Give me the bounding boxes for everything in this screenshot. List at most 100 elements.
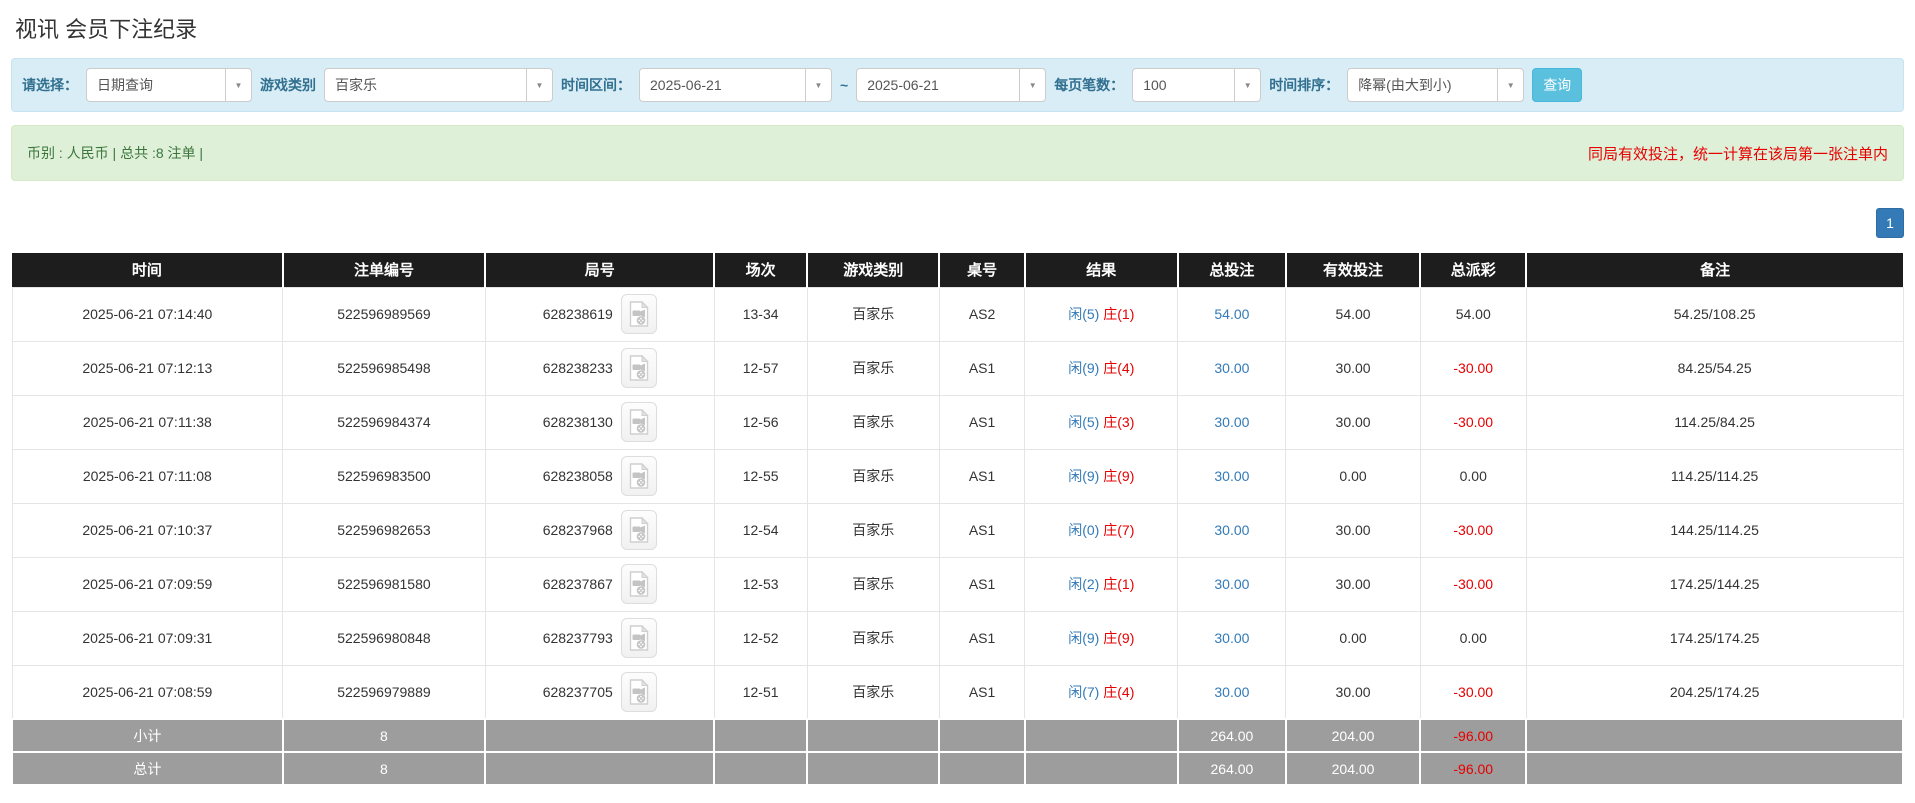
game-type-label: 游戏类别 bbox=[260, 75, 316, 95]
cell-round-id: 628238058 bbox=[485, 449, 714, 503]
cell-session: 13-34 bbox=[714, 287, 807, 341]
result-banker: 庄(1) bbox=[1103, 576, 1134, 592]
cell-payout: -30.00 bbox=[1420, 557, 1526, 611]
game-type-dropdown[interactable]: 百家乐 ▼ bbox=[324, 68, 553, 102]
cell-session: 12-52 bbox=[714, 611, 807, 665]
sort-order-value: 降幂(由大到小) bbox=[1348, 75, 1459, 95]
video-record-icon[interactable] bbox=[621, 456, 657, 496]
date-to-value: 2025-06-21 bbox=[857, 77, 947, 93]
date-from-dropdown[interactable]: 2025-06-21 ▼ bbox=[639, 68, 832, 102]
cell-round-id: 628238233 bbox=[485, 341, 714, 395]
column-header: 桌号 bbox=[939, 253, 1024, 287]
cell-table-id: AS1 bbox=[939, 341, 1024, 395]
date-to-dropdown[interactable]: 2025-06-21 ▼ bbox=[856, 68, 1046, 102]
subtotal-cell: 204.00 bbox=[1286, 719, 1420, 752]
currency-total-text: 币别 : 人民币 | 总共 :8 注单 | bbox=[27, 143, 203, 163]
video-record-icon[interactable] bbox=[621, 510, 657, 550]
result-player: 闲(9) bbox=[1068, 360, 1099, 376]
sort-order-dropdown[interactable]: 降幂(由大到小) ▼ bbox=[1347, 68, 1524, 102]
total-bet-link[interactable]: 30.00 bbox=[1214, 630, 1249, 646]
total-bet-link[interactable]: 30.00 bbox=[1214, 360, 1249, 376]
query-type-dropdown[interactable]: 日期查询 ▼ bbox=[86, 68, 252, 102]
cell-game-type: 百家乐 bbox=[807, 449, 939, 503]
select-type-label: 请选择： bbox=[22, 75, 78, 95]
video-record-icon[interactable] bbox=[621, 294, 657, 334]
cell-total-bet: 30.00 bbox=[1178, 557, 1286, 611]
total-cell: -96.00 bbox=[1420, 752, 1526, 785]
total-cell bbox=[807, 752, 939, 785]
column-header: 游戏类别 bbox=[807, 253, 939, 287]
total-bet-link[interactable]: 30.00 bbox=[1214, 576, 1249, 592]
cell-time: 2025-06-21 07:11:38 bbox=[12, 395, 283, 449]
result-banker: 庄(4) bbox=[1103, 360, 1134, 376]
cell-result: 闲(9) 庄(9) bbox=[1025, 611, 1178, 665]
column-header: 局号 bbox=[485, 253, 714, 287]
cell-total-bet: 30.00 bbox=[1178, 503, 1286, 557]
total-cell bbox=[1025, 752, 1178, 785]
cell-table-id: AS1 bbox=[939, 611, 1024, 665]
subtotal-row: 小计8264.00204.00-96.00 bbox=[12, 719, 1903, 752]
video-record-icon[interactable] bbox=[621, 564, 657, 604]
cell-note: 144.25/114.25 bbox=[1526, 503, 1903, 557]
cell-valid-bet: 30.00 bbox=[1286, 557, 1420, 611]
total-bet-link[interactable]: 54.00 bbox=[1214, 306, 1249, 322]
video-record-icon[interactable] bbox=[621, 348, 657, 388]
cell-bet-id: 522596980848 bbox=[283, 611, 486, 665]
cell-table-id: AS1 bbox=[939, 665, 1024, 719]
cell-time: 2025-06-21 07:12:13 bbox=[12, 341, 283, 395]
cell-note: 174.25/144.25 bbox=[1526, 557, 1903, 611]
total-bet-link[interactable]: 30.00 bbox=[1214, 468, 1249, 484]
video-record-icon[interactable] bbox=[621, 672, 657, 712]
result-player: 闲(5) bbox=[1068, 306, 1099, 322]
chevron-down-icon: ▼ bbox=[225, 69, 251, 101]
cell-result: 闲(0) 庄(7) bbox=[1025, 503, 1178, 557]
cell-result: 闲(9) 庄(4) bbox=[1025, 341, 1178, 395]
chevron-down-icon: ▼ bbox=[1234, 69, 1260, 101]
cell-note: 114.25/114.25 bbox=[1526, 449, 1903, 503]
subtotal-cell bbox=[485, 719, 714, 752]
total-bet-link[interactable]: 30.00 bbox=[1214, 522, 1249, 538]
time-range-label: 时间区间： bbox=[561, 75, 631, 95]
column-header: 时间 bbox=[12, 253, 283, 287]
video-record-icon[interactable] bbox=[621, 402, 657, 442]
total-bet-link[interactable]: 30.00 bbox=[1214, 684, 1249, 700]
cell-table-id: AS1 bbox=[939, 557, 1024, 611]
bet-records-table: 时间注单编号局号场次游戏类别桌号结果总投注有效投注总派彩备注 2025-06-2… bbox=[11, 253, 1904, 786]
page-1-button[interactable]: 1 bbox=[1876, 208, 1904, 238]
date-from-value: 2025-06-21 bbox=[640, 77, 730, 93]
cell-session: 12-53 bbox=[714, 557, 807, 611]
total-cell: 8 bbox=[283, 752, 486, 785]
total-bet-link[interactable]: 30.00 bbox=[1214, 414, 1249, 430]
result-player: 闲(7) bbox=[1068, 684, 1099, 700]
subtotal-cell: 8 bbox=[283, 719, 486, 752]
game-type-value: 百家乐 bbox=[325, 75, 385, 95]
cell-round-id: 628237968 bbox=[485, 503, 714, 557]
cell-valid-bet: 30.00 bbox=[1286, 341, 1420, 395]
cell-game-type: 百家乐 bbox=[807, 665, 939, 719]
cell-total-bet: 54.00 bbox=[1178, 287, 1286, 341]
cell-total-bet: 30.00 bbox=[1178, 395, 1286, 449]
subtotal-cell bbox=[714, 719, 807, 752]
cell-session: 12-54 bbox=[714, 503, 807, 557]
video-record-icon[interactable] bbox=[621, 618, 657, 658]
column-header: 总派彩 bbox=[1420, 253, 1526, 287]
result-banker: 庄(9) bbox=[1103, 468, 1134, 484]
range-separator: ~ bbox=[840, 77, 848, 93]
cell-payout: 54.00 bbox=[1420, 287, 1526, 341]
round-id-text: 628238233 bbox=[543, 360, 613, 376]
filter-bar: 请选择： 日期查询 ▼ 游戏类别 百家乐 ▼ 时间区间： 2025-06-21 … bbox=[11, 58, 1904, 112]
cell-round-id: 628237867 bbox=[485, 557, 714, 611]
cell-time: 2025-06-21 07:09:31 bbox=[12, 611, 283, 665]
subtotal-cell bbox=[807, 719, 939, 752]
per-page-dropdown[interactable]: 100 ▼ bbox=[1132, 68, 1261, 102]
round-id-text: 628238130 bbox=[543, 414, 613, 430]
round-id-text: 628237705 bbox=[543, 684, 613, 700]
sort-order-label: 时间排序： bbox=[1269, 75, 1339, 95]
column-header: 总投注 bbox=[1178, 253, 1286, 287]
query-button[interactable]: 查询 bbox=[1532, 68, 1582, 102]
total-cell bbox=[939, 752, 1024, 785]
cell-table-id: AS1 bbox=[939, 449, 1024, 503]
column-header: 注单编号 bbox=[283, 253, 486, 287]
cell-bet-id: 522596983500 bbox=[283, 449, 486, 503]
cell-result: 闲(9) 庄(9) bbox=[1025, 449, 1178, 503]
